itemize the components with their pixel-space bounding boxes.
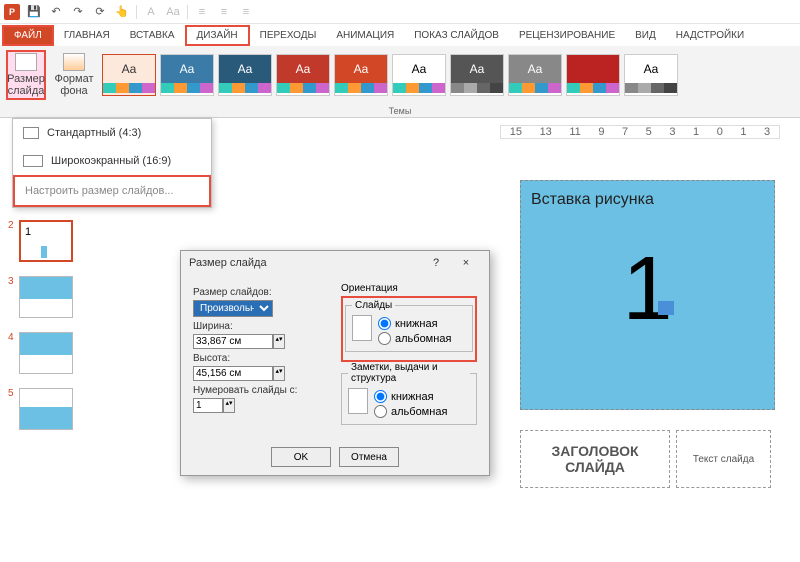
quick-access-toolbar: P 💾 ↶ ↷ ⟳ 👆 A Aa ≡ ≡ ≡ <box>0 0 800 24</box>
size-select[interactable]: Произвольный <box>193 300 273 317</box>
ribbon-group-customize: Размер слайда <box>6 50 46 100</box>
dialog-left-column: Размер слайдов: Произвольный Ширина: ▴▾ … <box>193 283 329 431</box>
slide-thumbnails: 2 1 3 4 5 <box>8 220 78 444</box>
save-icon[interactable]: 💾 <box>26 4 42 20</box>
format-background-button[interactable]: Формат фона <box>54 50 94 100</box>
separator <box>187 5 188 19</box>
align-icon[interactable]: ≡ <box>238 4 254 20</box>
dialog-help-button[interactable]: ? <box>421 257 451 269</box>
size-label: Размер слайдов: <box>193 287 329 298</box>
tab-insert[interactable]: ВСТАВКА <box>120 27 185 44</box>
tab-design[interactable]: ДИЗАЙН <box>185 25 250 46</box>
number-label: Нумеровать слайды с: <box>193 385 329 396</box>
thumbnail-4[interactable]: 4 <box>8 332 78 374</box>
tab-slideshow[interactable]: ПОКАЗ СЛАЙДОВ <box>404 27 509 44</box>
slides-legend: Слайды <box>352 300 395 311</box>
theme-item[interactable] <box>566 54 620 96</box>
dialog-titlebar: Размер слайда ? × <box>181 251 489 275</box>
spinner-up-icon[interactable]: ▴▾ <box>273 334 285 349</box>
aspect-16-9-icon <box>23 155 43 167</box>
theme-item[interactable]: Aa <box>450 54 504 96</box>
height-input[interactable] <box>193 366 273 381</box>
dialog-close-button[interactable]: × <box>451 257 481 269</box>
undo-icon[interactable]: ↶ <box>48 4 64 20</box>
dropdown-custom-size[interactable]: Настроить размер слайдов... <box>13 175 211 207</box>
slide-size-button[interactable]: Размер слайда <box>6 50 46 100</box>
powerpoint-icon: P <box>4 4 20 20</box>
notes-landscape-radio[interactable] <box>374 405 387 418</box>
slide-canvas: Вставка рисунка 1 ЗАГОЛОВОК СЛАЙДА Текст… <box>520 180 775 488</box>
numbering-icon[interactable]: ≡ <box>216 4 232 20</box>
font-dec-icon[interactable]: A <box>143 4 159 20</box>
theme-item[interactable]: Aa <box>218 54 272 96</box>
dropdown-widescreen[interactable]: Широкоэкранный (16:9) <box>13 147 211 175</box>
thumbnail-5[interactable]: 5 <box>8 388 78 430</box>
tab-file[interactable]: ФАЙЛ <box>2 25 54 46</box>
cancel-button[interactable]: Отмена <box>339 447 399 467</box>
theme-item[interactable]: Aa <box>334 54 388 96</box>
text-placeholder[interactable]: Текст слайда <box>676 430 771 488</box>
thumbnail-3[interactable]: 3 <box>8 276 78 318</box>
touch-icon[interactable]: 👆 <box>114 4 130 20</box>
spinner-icon[interactable]: ▴▾ <box>273 366 285 381</box>
theme-item[interactable]: Aa <box>276 54 330 96</box>
tab-home[interactable]: ГЛАВНАЯ <box>54 27 120 44</box>
slides-landscape-radio[interactable] <box>378 332 391 345</box>
height-label: Высота: <box>193 353 329 364</box>
orientation-label: Ориентация <box>341 283 477 294</box>
ribbon: Размер слайда Формат фона Aa Aa Aa Aa Aa… <box>0 46 800 118</box>
themes-gallery: Aa Aa Aa Aa Aa Aa Aa Aa Aa <box>102 50 678 96</box>
ok-button[interactable]: OK <box>271 447 331 467</box>
thumbnail-2[interactable]: 2 1 <box>8 220 78 262</box>
themes-group-label: Темы <box>389 106 412 116</box>
theme-item[interactable]: Aa <box>508 54 562 96</box>
slides-orientation-group: Слайды книжная альбомная <box>341 296 477 362</box>
theme-item[interactable]: Aa <box>102 54 156 96</box>
ribbon-group-format: Формат фона <box>54 50 94 100</box>
slide-size-label: Размер слайда <box>7 73 45 97</box>
page-portrait-icon <box>352 315 372 341</box>
dropdown-standard[interactable]: Стандартный (4:3) <box>13 119 211 147</box>
ribbon-tabs: ФАЙЛ ГЛАВНАЯ ВСТАВКА ДИЗАЙН ПЕРЕХОДЫ АНИ… <box>0 24 800 46</box>
number-input[interactable] <box>193 398 223 413</box>
theme-item[interactable]: Aa <box>160 54 214 96</box>
tab-view[interactable]: ВИД <box>625 27 666 44</box>
notes-portrait-radio[interactable] <box>374 390 387 403</box>
horizontal-ruler: 15131197531013 <box>500 125 780 139</box>
main-slide[interactable]: Вставка рисунка 1 <box>520 180 775 410</box>
format-bg-icon <box>63 53 85 71</box>
dialog-title: Размер слайда <box>189 257 267 269</box>
tab-addins[interactable]: НАДСТРОЙКИ <box>666 27 754 44</box>
bullets-icon[interactable]: ≡ <box>194 4 210 20</box>
theme-item[interactable]: Aa <box>624 54 678 96</box>
slide-size-icon <box>15 53 37 71</box>
insert-picture-label: Вставка рисунка <box>531 191 764 209</box>
redo-icon[interactable]: ↷ <box>70 4 86 20</box>
theme-item[interactable]: Aa <box>392 54 446 96</box>
notes-legend: Заметки, выдачи и структура <box>348 362 470 384</box>
picture-icon[interactable] <box>658 301 674 315</box>
slide-number-text: 1 <box>531 209 764 369</box>
separator <box>136 5 137 19</box>
slide-size-dropdown: Стандартный (4:3) Широкоэкранный (16:9) … <box>12 118 212 208</box>
dialog-right-column: Ориентация Слайды книжная альбомная Заме… <box>341 283 477 431</box>
title-placeholder[interactable]: ЗАГОЛОВОК СЛАЙДА <box>520 430 670 488</box>
tab-transitions[interactable]: ПЕРЕХОДЫ <box>250 27 327 44</box>
repeat-icon[interactable]: ⟳ <box>92 4 108 20</box>
tab-review[interactable]: РЕЦЕНЗИРОВАНИЕ <box>509 27 625 44</box>
format-bg-label: Формат фона <box>54 73 94 97</box>
slide-size-dialog: Размер слайда ? × Размер слайдов: Произв… <box>180 250 490 476</box>
font-inc-icon[interactable]: Aa <box>165 4 181 20</box>
aspect-4-3-icon <box>23 127 39 139</box>
width-input[interactable] <box>193 334 273 349</box>
tab-animations[interactable]: АНИМАЦИЯ <box>326 27 404 44</box>
width-label: Ширина: <box>193 321 329 332</box>
notes-orientation-group: Заметки, выдачи и структура книжная альб… <box>341 362 477 425</box>
spinner-icon[interactable]: ▴▾ <box>223 398 235 413</box>
page-portrait-icon <box>348 388 368 414</box>
slides-portrait-radio[interactable] <box>378 317 391 330</box>
